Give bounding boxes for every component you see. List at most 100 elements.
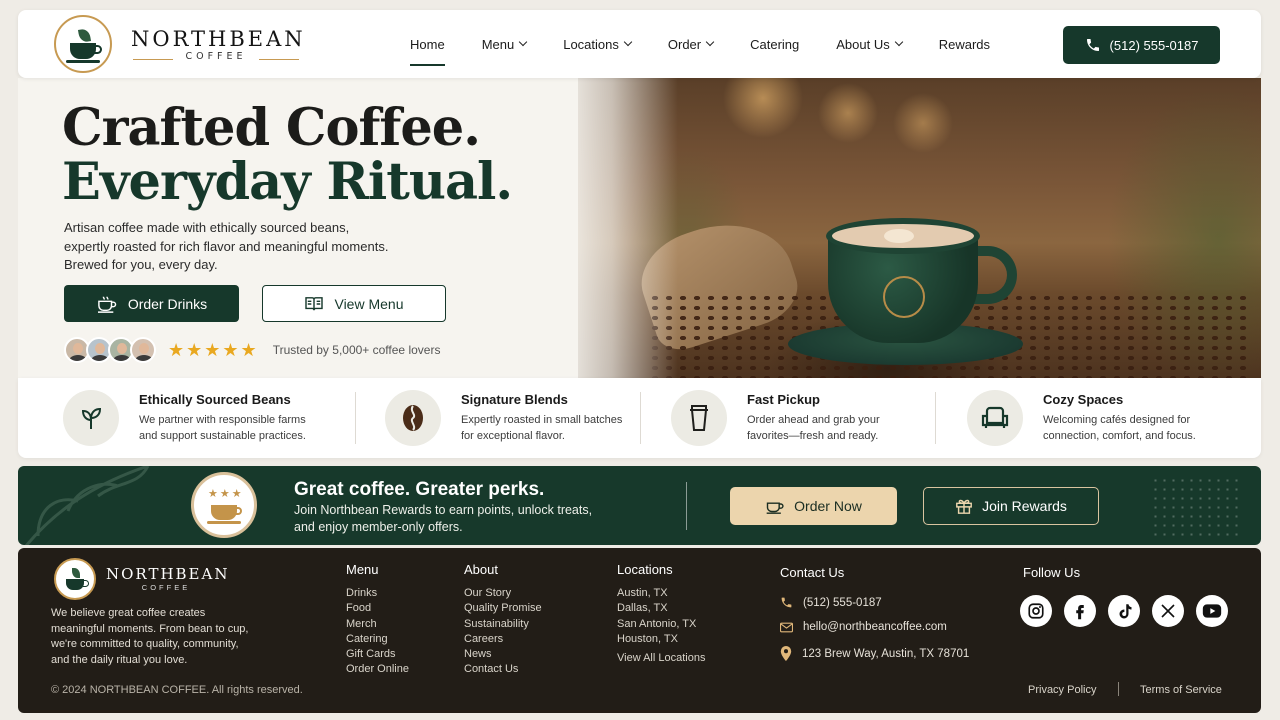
- terms-of-service-link[interactable]: Terms of Service: [1140, 684, 1222, 696]
- footer-link-news[interactable]: News: [464, 647, 542, 662]
- phone-icon: [781, 597, 792, 608]
- footer-logo-icon[interactable]: [54, 558, 96, 600]
- northbean-logo-icon[interactable]: [54, 15, 112, 73]
- feature-divider: [355, 392, 356, 444]
- footer-link-catering[interactable]: Catering: [346, 632, 409, 647]
- phone-number: (512) 555-0187: [1109, 37, 1199, 53]
- site-footer: NORTHBEAN COFFEE We believe great coffee…: [18, 548, 1261, 713]
- phone-icon: [1086, 39, 1099, 51]
- footer-column-title: About: [464, 562, 498, 577]
- footer-email-text: hello@northbeancoffee.com: [803, 621, 947, 633]
- footer-brand-sub: COFFEE: [141, 583, 191, 592]
- youtube-icon[interactable]: [1196, 595, 1228, 627]
- chevron-down-icon: [518, 37, 528, 47]
- hero-desc-line: Brewed for you, every day.: [64, 257, 218, 272]
- footer-link-gift-cards[interactable]: Gift Cards: [346, 647, 409, 662]
- top-navigation-bar: NORTHBEAN COFFEE Home Menu Locations Ord…: [18, 10, 1261, 78]
- nav-about-label: About Us: [836, 36, 890, 52]
- call-phone-button[interactable]: (512) 555-0187: [1063, 26, 1220, 64]
- hero-title-line-1: Crafted Coffee.: [62, 98, 481, 158]
- footer-column-title: Menu: [346, 562, 379, 577]
- coffee-cup-icon: [766, 501, 784, 514]
- join-rewards-label: Join Rewards: [982, 498, 1067, 514]
- hero-title-line-2: Everyday Ritual.: [62, 152, 513, 212]
- footer-link-dallas[interactable]: Dallas, TX: [617, 601, 705, 616]
- footer-link-merch[interactable]: Merch: [346, 617, 409, 632]
- chevron-down-icon: [894, 37, 903, 47]
- order-drinks-button[interactable]: Order Drinks: [64, 285, 239, 322]
- nav-locations-dropdown[interactable]: Locations: [563, 10, 633, 78]
- footer-email[interactable]: hello@northbeancoffee.com: [780, 621, 947, 633]
- nav-rewards[interactable]: Rewards: [939, 10, 990, 78]
- nav-menu-dropdown[interactable]: Menu: [481, 10, 528, 78]
- footer-link-our-story[interactable]: Our Story: [464, 586, 542, 601]
- x-icon[interactable]: [1152, 595, 1184, 627]
- footer-about-line: and the daily ritual you love.: [51, 653, 188, 666]
- privacy-policy-link[interactable]: Privacy Policy: [1028, 684, 1096, 696]
- coffee-bean-icon: [385, 390, 441, 446]
- feature-description: Expertly roasted in small batches for exc…: [461, 413, 651, 444]
- facebook-icon[interactable]: [1064, 595, 1096, 627]
- features-strip: Ethically Sourced Beans We partner with …: [18, 378, 1261, 458]
- feature-title: Signature Blends: [461, 392, 568, 407]
- trust-bar: ★★★★★ Trusted by 5,000+ coffee lovers: [64, 336, 440, 364]
- footer-about-line: We believe great coffee creates: [51, 607, 206, 619]
- view-all-locations-link[interactable]: View All Locations: [617, 651, 705, 666]
- hero-title: Crafted Coffee. Everyday Ritual.: [62, 98, 513, 212]
- feature-desc-line: We partner with responsible farms: [139, 414, 306, 426]
- footer-link-austin[interactable]: Austin, TX: [617, 586, 705, 601]
- rewards-banner: ★★★ Great coffee. Greater perks. Join No…: [18, 466, 1261, 545]
- legal-divider: [1118, 682, 1119, 696]
- tiktok-icon[interactable]: [1108, 595, 1140, 627]
- footer-link-order-online[interactable]: Order Online: [346, 662, 409, 677]
- hero-image-fade: [558, 78, 678, 378]
- feature-divider: [640, 392, 641, 444]
- nav-order-dropdown[interactable]: Order: [667, 10, 715, 78]
- trust-text: Trusted by 5,000+ coffee lovers: [272, 343, 441, 357]
- footer-link-quality-promise[interactable]: Quality Promise: [464, 601, 542, 616]
- nav-rewards-label: Rewards: [938, 36, 991, 52]
- chevron-down-icon: [623, 37, 633, 47]
- nav-about-dropdown[interactable]: About Us: [836, 10, 903, 78]
- instagram-icon[interactable]: [1020, 595, 1052, 627]
- coffee-cup-icon: [97, 296, 117, 313]
- footer-link-drinks[interactable]: Drinks: [346, 586, 409, 601]
- feature-divider: [935, 392, 936, 444]
- nav-menu-label: Menu: [481, 36, 515, 52]
- nav-home-label: Home: [410, 36, 445, 52]
- chevron-down-icon: [705, 37, 715, 47]
- footer-phone[interactable]: (512) 555-0187: [780, 596, 882, 609]
- avatar: [130, 337, 156, 363]
- footer-link-sustainability[interactable]: Sustainability: [464, 617, 542, 632]
- footer-locations-column: Locations Austin, TX Dallas, TX San Anto…: [617, 562, 705, 666]
- takeaway-cup-icon: [671, 390, 727, 446]
- footer-brand: NORTHBEAN COFFEE: [106, 565, 227, 592]
- order-now-button[interactable]: Order Now: [730, 487, 897, 525]
- hero-desc-line: expertly roasted for rich flavor and mea…: [64, 238, 389, 254]
- feature-title: Cozy Spaces: [1043, 392, 1124, 407]
- footer-phone-text: (512) 555-0187: [803, 596, 882, 609]
- gift-icon: [956, 499, 972, 514]
- hero-description: Artisan coffee made with ethically sourc…: [64, 219, 444, 275]
- footer-about-text: We believe great coffee creates meaningf…: [51, 606, 281, 668]
- nav-order-label: Order: [667, 36, 702, 52]
- join-rewards-button[interactable]: Join Rewards: [923, 487, 1099, 525]
- hero-desc-line: Artisan coffee made with ethically sourc…: [64, 220, 350, 235]
- feature-desc-line: favorites—fresh and ready.: [747, 429, 879, 442]
- footer-link-food[interactable]: Food: [346, 601, 409, 616]
- footer-link-careers[interactable]: Careers: [464, 632, 542, 647]
- view-menu-label: View Menu: [334, 295, 404, 312]
- footer-link-houston[interactable]: Houston, TX: [617, 632, 705, 647]
- feature-desc-line: connection, comfort, and focus.: [1043, 429, 1196, 442]
- nav-home[interactable]: Home: [410, 10, 445, 78]
- footer-about-line: meaningful moments. From bean to cup,: [51, 622, 249, 635]
- footer-link-contact-us[interactable]: Contact Us: [464, 662, 542, 677]
- view-menu-button[interactable]: View Menu: [262, 285, 446, 322]
- rewards-desc-line: and enjoy member-only offers.: [294, 520, 463, 534]
- brand-wordmark[interactable]: NORTHBEAN COFFEE: [131, 26, 303, 62]
- leaf-icon: [63, 390, 119, 446]
- nav-catering[interactable]: Catering: [750, 10, 799, 78]
- footer-link-san-antonio[interactable]: San Antonio, TX: [617, 617, 705, 632]
- hero-section: Crafted Coffee. Everyday Ritual. Artisan…: [18, 78, 1261, 378]
- footer-address[interactable]: 123 Brew Way, Austin, TX 78701: [780, 646, 969, 661]
